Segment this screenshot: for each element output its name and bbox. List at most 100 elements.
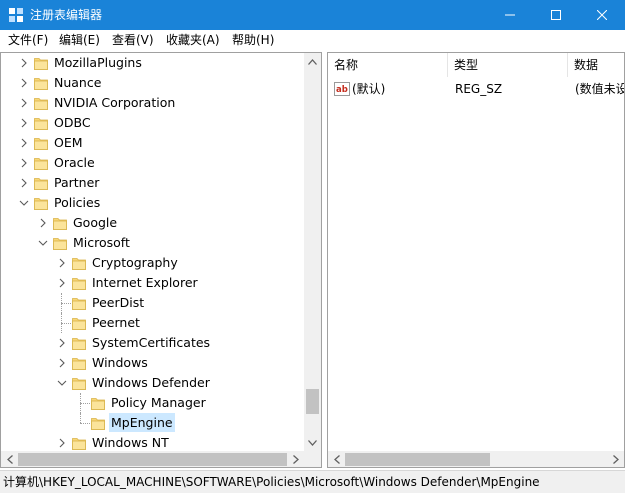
chevron-down-icon[interactable]: [19, 198, 29, 208]
chevron-right-icon[interactable]: [19, 138, 29, 148]
chevron-right-icon[interactable]: [19, 78, 29, 88]
close-button[interactable]: [579, 0, 625, 30]
scrollbar-corner: [304, 451, 321, 467]
tree-item[interactable]: Partner: [1, 173, 305, 193]
menu-edit[interactable]: 编辑(E): [59, 32, 100, 48]
tree-item-label: SystemCertificates: [92, 335, 211, 350]
tree-horizontal-scrollbar[interactable]: [1, 451, 304, 467]
tree-connector-line: [80, 393, 81, 403]
scroll-right-arrow[interactable]: [287, 451, 304, 467]
menu-favorites[interactable]: 收藏夹(A): [166, 32, 220, 48]
chevron-down-icon[interactable]: [38, 238, 48, 248]
scroll-up-arrow[interactable]: [304, 53, 321, 70]
scroll-left-arrow[interactable]: [328, 451, 345, 467]
tree-item[interactable]: MpEngine: [1, 413, 305, 433]
chevron-right-icon[interactable]: [19, 158, 29, 168]
chevron-right-icon: [292, 455, 299, 464]
tree-vertical-scrollbar[interactable]: [304, 53, 321, 451]
tree-item-label: MpEngine: [109, 413, 175, 432]
chevron-right-icon[interactable]: [57, 438, 67, 448]
chevron-right-icon[interactable]: [19, 98, 29, 108]
tree-item[interactable]: Policies: [1, 193, 305, 213]
folder-icon: [72, 378, 86, 390]
tree-item[interactable]: Nuance: [1, 73, 305, 93]
chevron-right-icon[interactable]: [38, 218, 48, 228]
folder-icon: [53, 218, 67, 230]
values-horizontal-scrollbar[interactable]: [328, 451, 624, 467]
tree-connector-line: [61, 293, 62, 333]
tree-item[interactable]: MozillaPlugins: [1, 53, 305, 73]
tree-connector-line: [61, 303, 71, 304]
string-value-icon: ab: [334, 82, 350, 96]
value-name: (默认): [352, 82, 386, 96]
folder-icon: [72, 358, 86, 370]
tree-item[interactable]: PeerDist: [1, 293, 305, 313]
tree-item-label: Windows: [92, 355, 148, 370]
tree-item-label: MozillaPlugins: [54, 55, 142, 70]
folder-icon: [34, 98, 48, 110]
tree-item-label: NVIDIA Corporation: [54, 95, 176, 110]
scroll-down-arrow[interactable]: [304, 434, 321, 451]
tree-item-label: Policy Manager: [111, 395, 206, 410]
tree-item-label: Google: [73, 215, 118, 230]
tree-vertical-scroll-thumb[interactable]: [306, 389, 319, 414]
tree-item[interactable]: NVIDIA Corporation: [1, 93, 305, 113]
tree-item[interactable]: Google: [1, 213, 305, 233]
tree-item[interactable]: Microsoft: [1, 233, 305, 253]
tree-connector-line: [80, 403, 90, 404]
tree-item[interactable]: SystemCertificates: [1, 333, 305, 353]
folder-icon: [72, 318, 86, 330]
minimize-button[interactable]: [487, 0, 533, 30]
tree-item[interactable]: OEM: [1, 133, 305, 153]
chevron-right-icon[interactable]: [19, 178, 29, 188]
scroll-right-arrow[interactable]: [607, 451, 624, 467]
chevron-up-icon: [308, 58, 317, 65]
tree-item[interactable]: Windows Defender: [1, 373, 305, 393]
chevron-down-icon[interactable]: [57, 378, 67, 388]
folder-icon: [72, 278, 86, 290]
chevron-right-icon[interactable]: [19, 118, 29, 128]
column-header-type[interactable]: 类型: [448, 53, 568, 77]
folder-icon: [72, 438, 86, 450]
window-title: 注册表编辑器: [30, 8, 103, 22]
folder-icon: [34, 118, 48, 130]
tree-item[interactable]: Policy Manager: [1, 393, 305, 413]
menu-help[interactable]: 帮助(H): [232, 32, 274, 48]
chevron-left-icon: [333, 455, 340, 464]
scroll-left-arrow[interactable]: [1, 451, 18, 467]
value-row[interactable]: ab (默认) REG_SZ (数值未设置): [328, 79, 624, 99]
value-data: (数值未设置): [575, 82, 624, 96]
menu-bar: 文件(F) 编辑(E) 查看(V) 收藏夹(A) 帮助(H): [0, 30, 625, 50]
values-horizontal-scroll-thumb[interactable]: [345, 453, 490, 466]
menu-view[interactable]: 查看(V): [112, 32, 154, 48]
chevron-right-icon[interactable]: [57, 258, 67, 268]
tree-item-label: Partner: [54, 175, 100, 190]
tree-item[interactable]: Windows: [1, 353, 305, 373]
tree-item-label: Internet Explorer: [92, 275, 198, 290]
chevron-right-icon[interactable]: [19, 58, 29, 68]
values-pane[interactable]: 名称 类型 数据 ab (默认) REG_SZ (数值未设置): [327, 52, 625, 468]
maximize-icon: [551, 10, 561, 20]
tree-item[interactable]: Internet Explorer: [1, 273, 305, 293]
tree-item[interactable]: Windows NT: [1, 433, 305, 453]
tree-item[interactable]: Oracle: [1, 153, 305, 173]
tree-item-label: Peernet: [92, 315, 140, 330]
tree-horizontal-scroll-thumb[interactable]: [18, 453, 287, 466]
column-header-data[interactable]: 数据: [568, 53, 624, 77]
folder-icon: [34, 158, 48, 170]
tree-connector-line: [80, 423, 90, 424]
tree-item[interactable]: ODBC: [1, 113, 305, 133]
status-bar: 计算机\HKEY_LOCAL_MACHINE\SOFTWARE\Policies…: [0, 470, 625, 493]
chevron-right-icon[interactable]: [57, 338, 67, 348]
tree-item-label: ODBC: [54, 115, 91, 130]
menu-file[interactable]: 文件(F): [8, 32, 48, 48]
tree-item[interactable]: Cryptography: [1, 253, 305, 273]
title-bar[interactable]: 注册表编辑器: [0, 0, 625, 30]
chevron-right-icon[interactable]: [57, 358, 67, 368]
maximize-button[interactable]: [533, 0, 579, 30]
key-tree-pane[interactable]: MozillaPlugins Nuance NVIDIA Corporation OD…: [0, 52, 322, 468]
column-header-name[interactable]: 名称: [328, 53, 448, 77]
tree-item[interactable]: Peernet: [1, 313, 305, 333]
regedit-app-icon: [9, 8, 23, 22]
chevron-right-icon[interactable]: [57, 278, 67, 288]
